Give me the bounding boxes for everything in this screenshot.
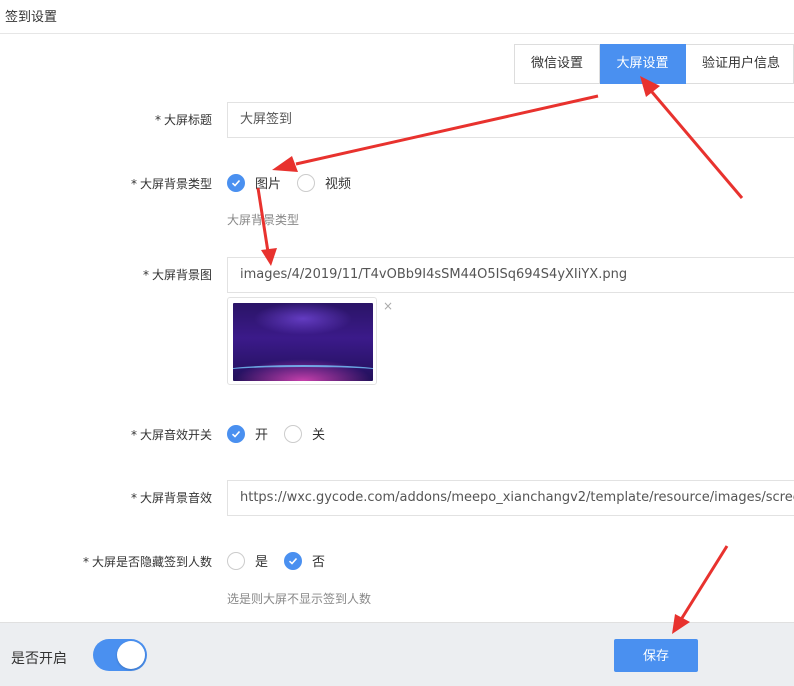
check-icon (231, 179, 241, 187)
sound-off-radio[interactable] (284, 424, 303, 443)
screen-title-label-text: 大屏标题 (163, 113, 212, 127)
sound-on-label: 开 (255, 428, 269, 443)
check-icon (288, 557, 298, 565)
bg-type-label-text: 大屏背景类型 (139, 177, 212, 191)
toggle-knob (117, 641, 145, 669)
required-mark: * (130, 177, 137, 191)
hide-count-help: 选是则大屏不显示签到人数 (227, 592, 372, 606)
required-mark: * (142, 268, 149, 282)
bg-image-preview (227, 297, 377, 385)
footer-bar: 是否开启 保存 (0, 622, 794, 686)
bg-image-label: * 大屏背景图 (143, 266, 212, 283)
settings-page: 签到设置 微信设置 大屏设置 验证用户信息 * 大屏标题 大屏签到 * 大屏背景类型… (0, 0, 794, 686)
enable-toggle[interactable] (93, 639, 147, 671)
bg-sound-label: * 大屏背景音效 (131, 489, 212, 506)
bg-image-label-text: 大屏背景图 (151, 268, 212, 282)
enable-label: 是否开启 (11, 651, 67, 667)
remove-image-icon[interactable]: × (383, 299, 393, 313)
bg-type-image-label: 图片 (255, 177, 282, 192)
page-header: 签到设置 (0, 0, 794, 34)
check-icon (231, 430, 241, 438)
tab-screen-settings[interactable]: 大屏设置 (600, 44, 686, 84)
hide-count-no-label: 否 (312, 555, 326, 570)
bg-type-video-radio[interactable] (297, 173, 316, 192)
tab-verify-user-info[interactable]: 验证用户信息 (686, 44, 794, 84)
required-mark: * (130, 428, 137, 442)
screen-title-input[interactable]: 大屏签到 (227, 102, 794, 138)
required-mark: * (154, 113, 161, 127)
bg-type-label: * 大屏背景类型 (131, 175, 212, 192)
annotation-arrowhead (272, 156, 298, 172)
tab-wechat-settings[interactable]: 微信设置 (514, 44, 600, 84)
bg-type-radio-group: 图片 视频 (227, 173, 367, 192)
bg-image-thumbnail (233, 303, 373, 381)
hide-count-no-radio[interactable] (284, 551, 303, 570)
required-mark: * (82, 555, 89, 569)
tab-bar: 微信设置 大屏设置 验证用户信息 (514, 44, 794, 84)
hide-count-yes-label: 是 (255, 555, 269, 570)
hide-count-label: * 大屏是否隐藏签到人数 (83, 553, 212, 570)
bg-sound-label-text: 大屏背景音效 (139, 491, 212, 505)
required-mark: * (130, 491, 137, 505)
annotation-arrow (680, 545, 729, 619)
screen-title-label: * 大屏标题 (155, 111, 212, 128)
hide-count-label-text: 大屏是否隐藏签到人数 (91, 555, 212, 569)
bg-type-image-radio[interactable] (227, 173, 245, 192)
save-button[interactable]: 保存 (614, 639, 698, 672)
sound-on-radio[interactable] (227, 424, 245, 443)
bg-sound-input[interactable]: https://wxc.gycode.com/addons/meepo_xian… (227, 480, 794, 516)
bg-type-video-label: 视频 (325, 177, 352, 192)
sound-switch-radio-group: 开 关 (227, 424, 341, 443)
sound-switch-label: * 大屏音效开关 (131, 426, 212, 443)
sound-off-label: 关 (312, 428, 326, 443)
hide-count-radio-group: 是 否 (227, 551, 341, 570)
bg-type-help: 大屏背景类型 (227, 213, 300, 227)
sound-switch-label-text: 大屏音效开关 (139, 428, 212, 442)
page-title: 签到设置 (5, 10, 58, 25)
hide-count-yes-radio[interactable] (227, 551, 245, 570)
bg-image-input[interactable]: images/4/2019/11/T4vOBb9I4sSM44O5ISq694S… (227, 257, 794, 293)
